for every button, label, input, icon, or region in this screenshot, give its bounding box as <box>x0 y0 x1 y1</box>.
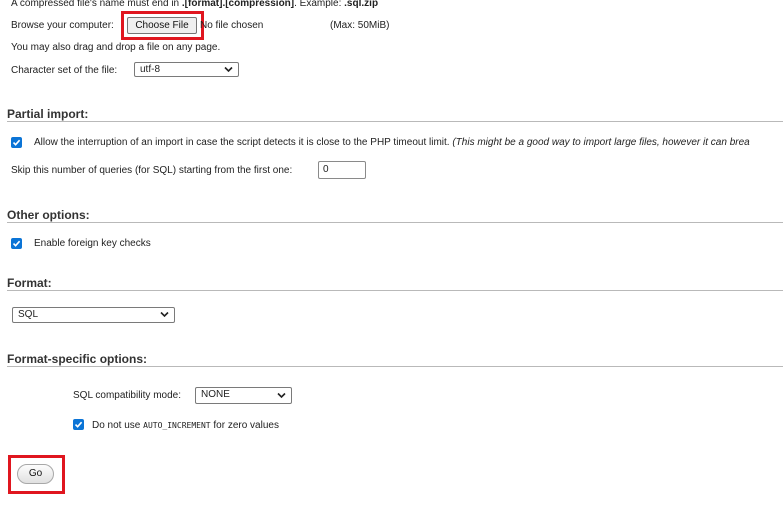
choose-file-button[interactable]: Choose File <box>127 17 197 34</box>
partial-import-title: Partial import: <box>7 107 89 121</box>
auto-increment-suffix: for zero values <box>210 420 279 431</box>
other-options-divider <box>7 222 783 223</box>
compressed-note-prefix: A compressed file's name must end in <box>11 0 182 9</box>
auto-increment-text: Do not use AUTO_INCREMENT for zero value… <box>92 420 279 431</box>
skip-queries-input[interactable]: 0 <box>318 161 366 179</box>
checkmark-icon <box>74 421 83 428</box>
compressed-note-format: .[format].[compression] <box>181 0 295 9</box>
chevron-down-icon <box>224 66 233 73</box>
charset-label: Character set of the file: <box>11 65 118 76</box>
skip-queries-label: Skip this number of queries (for SQL) st… <box>11 165 293 176</box>
allow-interrupt-checkbox[interactable] <box>11 137 22 148</box>
auto-increment-code: AUTO_INCREMENT <box>143 421 211 430</box>
compressed-note-mid: . Example: <box>294 0 345 9</box>
compat-mode-select[interactable]: NONE <box>195 387 292 404</box>
skip-queries-value: 0 <box>323 164 329 175</box>
allow-interrupt-hint: (This might be a good way to import larg… <box>452 137 750 148</box>
chevron-down-icon <box>277 392 286 399</box>
auto-increment-checkbox[interactable] <box>73 419 84 430</box>
foreign-key-checkbox[interactable] <box>11 238 22 249</box>
auto-increment-prefix: Do not use <box>92 420 144 431</box>
compat-mode-value: NONE <box>201 389 230 400</box>
other-options-title: Other options: <box>7 208 90 222</box>
compressed-note-example: .sql.zip <box>344 0 379 9</box>
compressed-file-note: A compressed file's name must end in .[f… <box>11 0 378 9</box>
foreign-key-label: Enable foreign key checks <box>34 238 151 249</box>
chevron-down-icon <box>160 311 169 318</box>
format-specific-divider <box>7 366 783 367</box>
format-specific-title: Format-specific options: <box>7 352 148 366</box>
no-file-chosen-text: No file chosen <box>200 20 264 31</box>
charset-select[interactable]: utf-8 <box>134 62 239 77</box>
max-size-text: (Max: 50MiB) <box>330 20 390 31</box>
allow-interrupt-text: Allow the interruption of an import in c… <box>34 137 750 148</box>
charset-select-value: utf-8 <box>140 64 161 75</box>
checkmark-icon <box>12 139 21 146</box>
partial-import-divider <box>7 121 783 122</box>
go-button[interactable]: Go <box>17 464 54 484</box>
drag-drop-note: You may also drag and drop a file on any… <box>11 42 221 53</box>
format-select[interactable]: SQL <box>12 307 175 323</box>
checkmark-icon <box>12 240 21 247</box>
allow-interrupt-label: Allow the interruption of an import in c… <box>34 137 450 148</box>
compat-mode-label: SQL compatibility mode: <box>73 390 182 401</box>
browse-label: Browse your computer: <box>11 20 114 31</box>
format-select-value: SQL <box>18 309 39 320</box>
format-divider <box>7 290 783 291</box>
format-title: Format: <box>7 276 52 290</box>
